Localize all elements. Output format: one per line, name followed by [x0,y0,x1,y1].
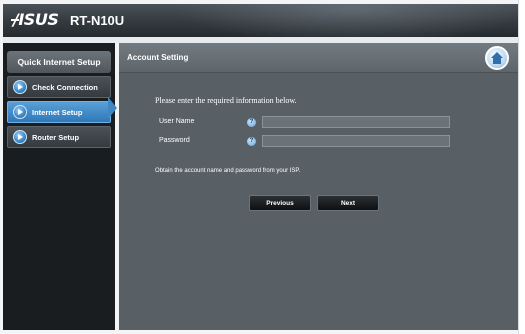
arrow-circle-icon [13,130,27,144]
model-name: RT-N10U [70,13,125,28]
help-icon[interactable]: ? [247,118,256,127]
help-icon[interactable]: ? [247,137,256,146]
router-setup-window: /ISUS RT-N10U Quick Internet Setup Check… [0,0,525,334]
sidebar-item-label: Internet Setup [32,107,83,117]
previous-button[interactable]: Previous [249,195,311,211]
password-label: Password [159,137,190,144]
sidebar-item-label: Router Setup [32,132,80,142]
username-label: User Name [159,118,195,125]
header-glow [173,4,518,37]
asus-logo: /ISUS [10,10,59,29]
main-panel: Account Setting Please enter the require… [119,43,518,330]
active-item-pointer [108,97,117,119]
sidebar-item-router-setup[interactable]: Router Setup [7,126,111,148]
top-header-bar: /ISUS RT-N10U [3,4,518,37]
sidebar-item-check-connection[interactable]: Check Connection [7,76,111,98]
instruction-text: Please enter the required information be… [155,96,297,105]
next-button[interactable]: Next [317,195,379,211]
arrow-circle-icon [13,105,27,119]
arrow-circle-icon [13,80,27,94]
isp-note: Obtain the account name and password fro… [155,168,301,174]
window-edge [518,0,525,334]
sidebar-item-label: Check Connection [32,82,98,92]
left-sidebar: Quick Internet Setup Check Connection In… [3,43,115,330]
sidebar-item-internet-setup[interactable]: Internet Setup [7,101,111,123]
username-input[interactable] [262,116,450,128]
home-button[interactable] [485,46,509,70]
main-panel-header: Account Setting [119,43,518,73]
password-input[interactable] [262,135,450,147]
page-title: Account Setting [127,53,189,62]
sidebar-title: Quick Internet Setup [7,51,111,73]
home-icon-body [493,58,501,64]
